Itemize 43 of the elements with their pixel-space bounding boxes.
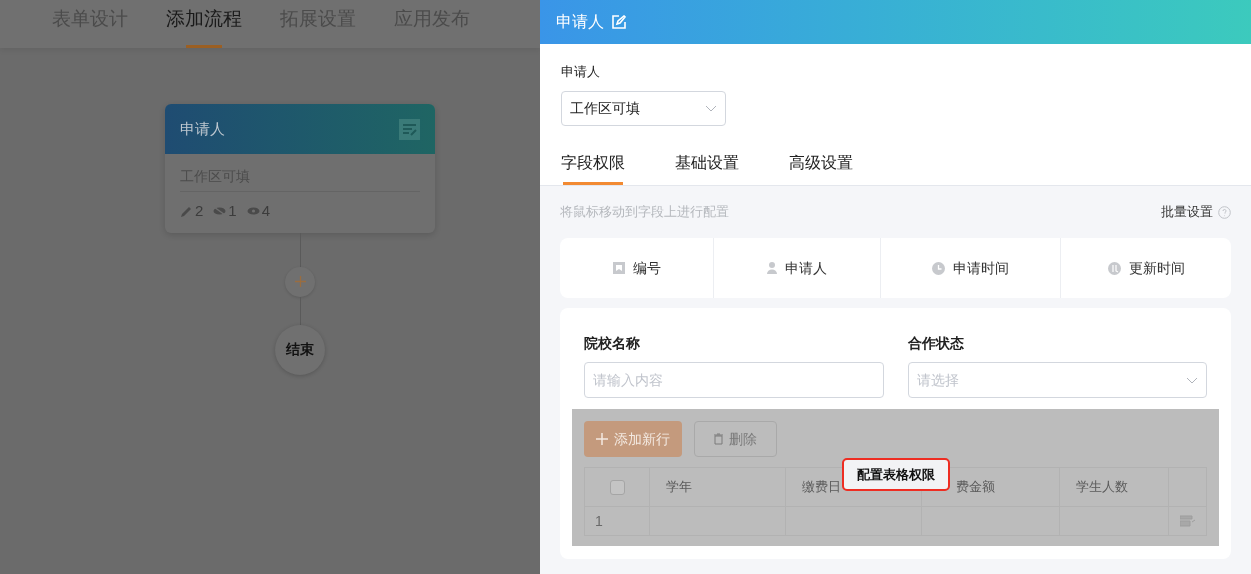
system-field-label: 申请时间 — [953, 258, 1009, 278]
system-field-label: 编号 — [632, 258, 661, 278]
row-edit-icon[interactable] — [1180, 515, 1195, 527]
row-number: 1 — [595, 511, 603, 531]
end-node: 结束 — [275, 324, 325, 375]
column-header: 费金额 — [956, 478, 995, 497]
system-field-label: 更新时间 — [1128, 258, 1185, 278]
batch-settings-link[interactable]: 批量设置 — [1161, 202, 1231, 222]
select-all-checkbox[interactable] — [609, 479, 625, 495]
panel-tab[interactable]: 字段权限 — [561, 152, 625, 185]
person-icon — [767, 262, 777, 274]
form-edit-icon[interactable] — [399, 118, 420, 140]
update-time-icon — [1107, 261, 1121, 275]
add-node-button[interactable] — [285, 266, 315, 297]
permission-select[interactable]: 工作区可填 — [561, 91, 726, 126]
eye-slash-icon — [213, 206, 227, 217]
help-icon — [1218, 205, 1231, 219]
field-label: 申请人 — [561, 63, 601, 81]
column-header: 学生人数 — [1076, 478, 1128, 497]
top-tab[interactable]: 添加流程 — [166, 0, 242, 48]
subtable-area[interactable]: 添加新行 删除 学年 缴费日 费金额 学生人数 1 配置表格权限 — [572, 409, 1219, 546]
form-field-label: 合作状态 — [907, 334, 965, 353]
form-field-label: 院校名称 — [584, 334, 641, 353]
hint-text: 将鼠标移动到字段上进行配置 — [560, 203, 729, 222]
plus-icon — [596, 433, 608, 445]
eye-icon — [246, 206, 260, 217]
configure-table-permission-popup[interactable]: 配置表格权限 — [842, 458, 950, 491]
panel-tab[interactable]: 基础设置 — [675, 152, 739, 185]
panel-title: 申请人 — [556, 12, 604, 32]
text-input-field[interactable]: 请输入内容 — [584, 362, 884, 398]
column-header: 学年 — [666, 478, 692, 497]
column-header: 缴费日 — [802, 478, 841, 497]
system-field-label: 申请人 — [785, 258, 827, 278]
chevron-down-icon — [1186, 376, 1198, 384]
chevron-down-icon — [705, 105, 717, 112]
pencil-icon — [180, 204, 193, 218]
panel-tab[interactable]: 高级设置 — [789, 152, 853, 185]
node-title: 申请人 — [180, 118, 225, 139]
clock-icon — [932, 261, 945, 275]
trash-icon — [714, 433, 723, 445]
edit-icon[interactable] — [612, 15, 626, 29]
plus-icon — [294, 276, 306, 287]
id-badge-icon — [612, 262, 625, 274]
